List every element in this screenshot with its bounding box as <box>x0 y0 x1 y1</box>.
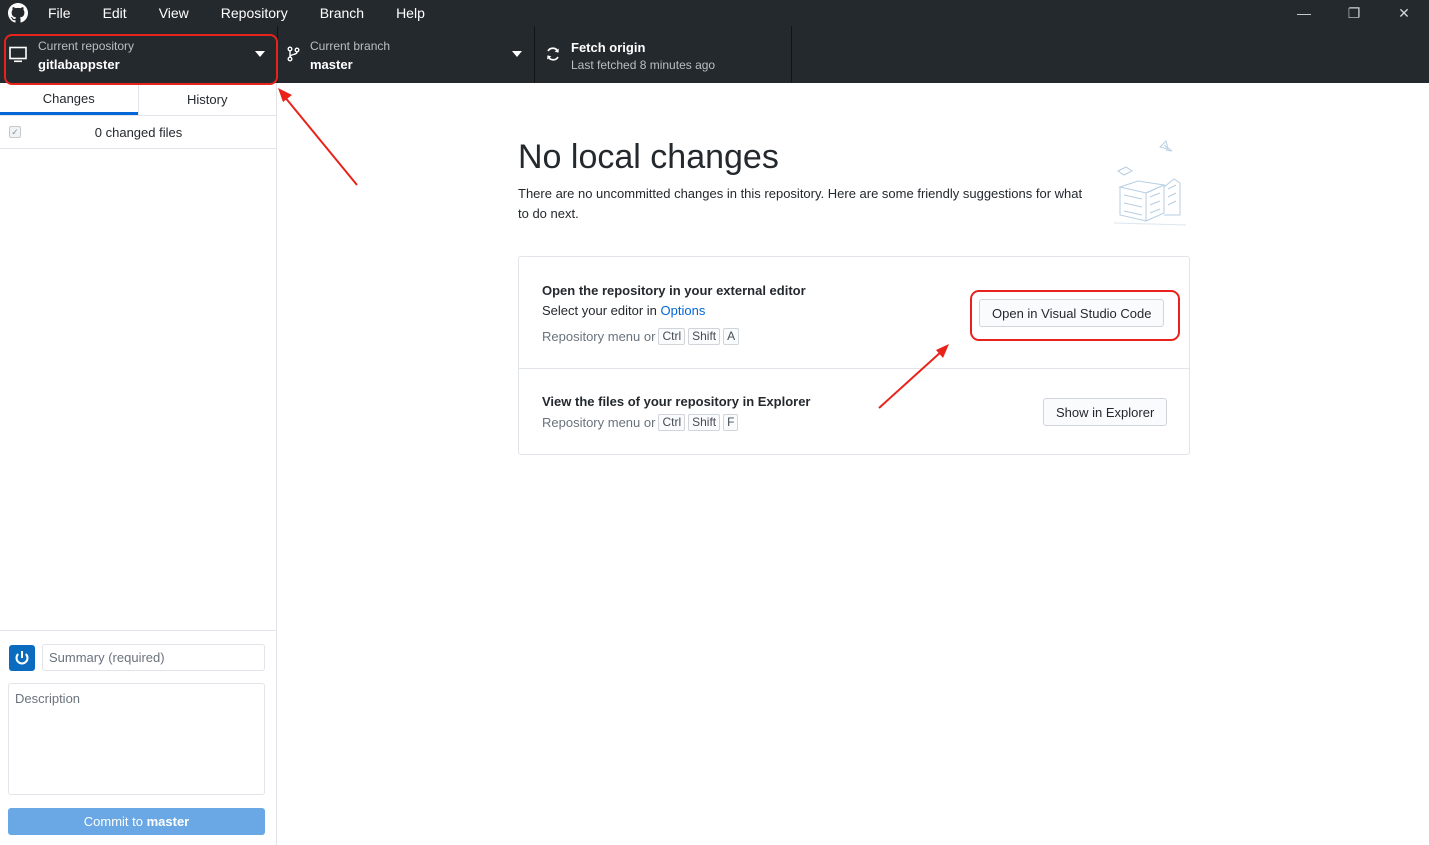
chevron-down-icon <box>255 51 265 57</box>
github-logo-icon[interactable] <box>8 3 28 23</box>
sync-icon <box>547 47 559 61</box>
menu-branch[interactable]: Branch <box>310 0 364 26</box>
kbd-shift: Shift <box>688 414 721 431</box>
commit-panel: Commit to master <box>0 630 276 845</box>
kbd-a: A <box>723 328 740 345</box>
intro-text: There are no uncommitted changes in this… <box>518 186 1083 221</box>
explorer-shortcut: Repository menu or Ctrl Shift F <box>542 414 739 431</box>
current-branch-label: Current branch <box>310 39 391 53</box>
changes-header: ✓ 0 changed files <box>0 116 276 149</box>
kbd-ctrl: Ctrl <box>658 328 686 345</box>
close-button[interactable]: ✕ <box>1379 0 1429 26</box>
main-content: No local changes There are no uncommitte… <box>278 83 1429 845</box>
current-branch-dropdown[interactable]: Current branch master <box>278 26 535 83</box>
menu-help[interactable]: Help <box>386 0 425 26</box>
current-repository-name: gitlabappster <box>38 57 120 72</box>
menu-file[interactable]: File <box>38 0 71 26</box>
explorer-suggestion-title: View the files of your repository in Exp… <box>542 394 811 409</box>
fetch-origin-button[interactable]: Fetch origin Last fetched 8 minutes ago <box>535 26 792 83</box>
minimize-button[interactable]: — <box>1279 0 1329 26</box>
editor-suggestion: Open the repository in your external edi… <box>519 257 1189 369</box>
menu-view[interactable]: View <box>149 0 189 26</box>
toolbar: Current repository gitlabappster Current… <box>0 26 1429 83</box>
editor-suggestion-subtitle: Select your editor in Options <box>542 303 705 318</box>
power-icon <box>15 651 29 665</box>
computer-icon <box>9 46 27 63</box>
changed-files-count: 0 changed files <box>94 125 183 140</box>
tab-history[interactable]: History <box>137 83 276 115</box>
kbd-shift: Shift <box>688 328 721 345</box>
git-branch-icon <box>287 46 300 62</box>
editor-shortcut: Repository menu or Ctrl Shift A <box>542 328 740 345</box>
commit-summary-input[interactable] <box>42 644 265 671</box>
avatar <box>9 645 35 671</box>
tab-changes[interactable]: Changes <box>0 83 138 115</box>
empty-state-illustration-icon <box>1113 140 1187 226</box>
restore-button[interactable]: ❐ <box>1329 0 1379 26</box>
sidebar: Changes History ✓ 0 changed files Commit… <box>0 83 277 845</box>
shortcut-prefix: Repository menu or <box>542 415 656 430</box>
commit-button-prefix: Commit to <box>83 814 147 829</box>
explorer-suggestion: View the files of your repository in Exp… <box>519 369 1189 455</box>
title-bar: File Edit View Repository Branch Help — … <box>0 0 1429 26</box>
editor-suggestion-prefix: Select your editor in <box>542 303 661 318</box>
last-fetched-text: Last fetched 8 minutes ago <box>571 58 716 72</box>
chevron-down-icon <box>512 51 522 57</box>
current-repository-label: Current repository <box>38 39 135 53</box>
kbd-f: F <box>723 414 739 431</box>
shortcut-prefix: Repository menu or <box>542 329 656 344</box>
options-link[interactable]: Options <box>661 303 706 318</box>
window-controls: — ❐ ✕ <box>1279 0 1429 26</box>
show-in-explorer-button[interactable]: Show in Explorer <box>1043 398 1168 426</box>
commit-button-branch: master <box>146 814 190 829</box>
page-title: No local changes <box>518 138 779 176</box>
menu-bar: File Edit View Repository Branch Help <box>38 0 447 26</box>
menu-repository[interactable]: Repository <box>211 0 288 26</box>
open-in-vscode-button[interactable]: Open in Visual Studio Code <box>979 299 1165 327</box>
sidebar-tabs: Changes History <box>0 83 276 116</box>
menu-edit[interactable]: Edit <box>93 0 127 26</box>
kbd-ctrl: Ctrl <box>658 414 686 431</box>
suggestions-card: Open the repository in your external edi… <box>518 256 1190 455</box>
commit-description-input[interactable] <box>8 683 265 795</box>
editor-suggestion-title: Open the repository in your external edi… <box>542 283 806 298</box>
current-repository-dropdown[interactable]: Current repository gitlabappster <box>0 26 278 83</box>
commit-button[interactable]: Commit to master <box>8 808 265 835</box>
current-branch-name: master <box>310 57 353 72</box>
fetch-origin-label: Fetch origin <box>571 40 646 55</box>
